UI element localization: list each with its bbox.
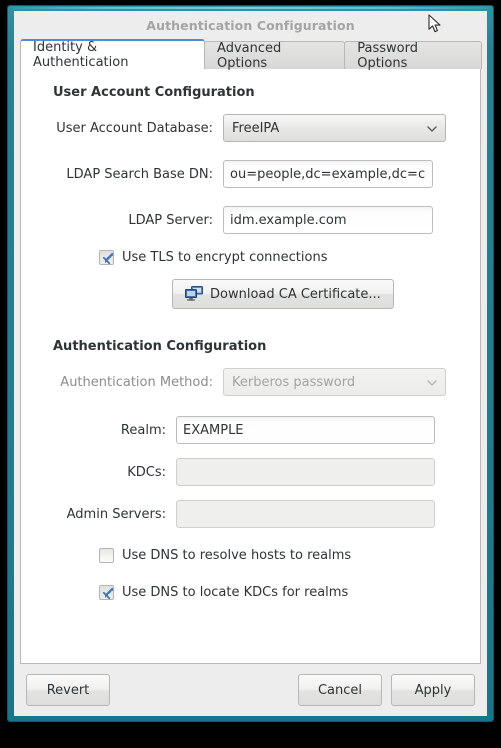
window-frame-highlight <box>14 7 487 9</box>
ldap-server-value: idm.example.com <box>230 212 347 228</box>
kdcs-input <box>176 458 435 486</box>
notebook: Identity & Authentication Advanced Optio… <box>20 39 482 664</box>
tab-label: Password Options <box>357 40 418 71</box>
use-dns-locate-kdcs-checkbox[interactable] <box>99 585 114 600</box>
tab-page-identity-and-authentication: User Account Configuration User Account … <box>20 68 481 664</box>
authentication-configuration-heading: Authentication Configuration <box>53 339 267 354</box>
chevron-down-icon <box>427 378 437 387</box>
ldap-search-base-dn-input[interactable]: ou=people,dc=example,dc=co <box>223 160 433 188</box>
dialog-action-area: Revert Cancel Apply <box>14 664 487 716</box>
user-account-configuration-heading: User Account Configuration <box>53 85 255 100</box>
kdcs-label: KDCs: <box>127 464 166 480</box>
row-realm: Realm: EXAMPLE <box>37 416 464 444</box>
row-user-account-database: User Account Database: FreeIPA <box>37 114 464 142</box>
tabstrip: Identity & Authentication Advanced Optio… <box>20 39 482 71</box>
use-tls-label: Use TLS to encrypt connections <box>122 250 328 265</box>
cancel-button[interactable]: Cancel <box>298 674 382 706</box>
apply-button[interactable]: Apply <box>391 674 475 706</box>
download-ca-certificate-label: Download CA Certificate... <box>210 286 381 302</box>
authentication-method-label: Authentication Method: <box>60 374 213 390</box>
authentication-method-value: Kerberos password <box>232 374 356 390</box>
ldap-search-base-dn-value: ou=people,dc=example,dc=co <box>230 166 426 182</box>
admin-servers-label: Admin Servers: <box>66 506 166 522</box>
user-account-database-dropdown[interactable]: FreeIPA <box>223 114 446 142</box>
ldap-server-input[interactable]: idm.example.com <box>223 206 433 234</box>
network-computers-icon <box>185 286 203 302</box>
row-ldap-search-base-dn: LDAP Search Base DN: ou=people,dc=exampl… <box>37 160 464 188</box>
download-ca-certificate-button[interactable]: Download CA Certificate... <box>172 279 394 309</box>
tab-label: Identity & Authentication <box>33 40 129 70</box>
tab-advanced-options[interactable]: Advanced Options <box>204 40 346 71</box>
row-admin-servers: Admin Servers: <box>37 500 464 528</box>
use-dns-locate-kdcs-row[interactable]: Use DNS to locate KDCs for realms <box>99 585 464 600</box>
ldap-search-base-dn-label: LDAP Search Base DN: <box>66 166 213 182</box>
chevron-down-icon <box>427 124 437 133</box>
realm-label: Realm: <box>120 422 166 438</box>
row-ldap-server: LDAP Server: idm.example.com <box>37 206 464 234</box>
tab-identity-and-authentication[interactable]: Identity & Authentication <box>20 39 206 70</box>
use-dns-resolve-hosts-checkbox[interactable] <box>99 548 114 563</box>
authentication-method-dropdown: Kerberos password <box>223 368 446 396</box>
admin-servers-input <box>176 500 435 528</box>
row-kdcs: KDCs: <box>37 458 464 486</box>
realm-input[interactable]: EXAMPLE <box>176 416 435 444</box>
user-account-database-value: FreeIPA <box>232 120 280 136</box>
row-authentication-method: Authentication Method: Kerberos password <box>37 368 464 396</box>
use-dns-locate-kdcs-label: Use DNS to locate KDCs for realms <box>122 585 349 600</box>
window-title: Authentication Configuration <box>146 17 355 33</box>
titlebar: Authentication Configuration <box>14 11 487 39</box>
use-dns-resolve-hosts-row[interactable]: Use DNS to resolve hosts to realms <box>99 548 464 563</box>
download-ca-certificate-row: Download CA Certificate... <box>37 279 464 309</box>
ldap-server-label: LDAP Server: <box>128 212 213 228</box>
user-account-database-label: User Account Database: <box>56 120 213 136</box>
tab-label: Advanced Options <box>217 40 282 71</box>
realm-value: EXAMPLE <box>183 422 244 438</box>
dialog-window: Authentication Configuration Identity & … <box>14 11 487 716</box>
tab-password-options[interactable]: Password Options <box>344 40 482 71</box>
use-tls-checkbox[interactable] <box>99 250 114 265</box>
use-tls-checkbox-row[interactable]: Use TLS to encrypt connections <box>99 250 464 265</box>
use-dns-resolve-hosts-label: Use DNS to resolve hosts to realms <box>122 548 352 563</box>
revert-button[interactable]: Revert <box>26 674 110 706</box>
